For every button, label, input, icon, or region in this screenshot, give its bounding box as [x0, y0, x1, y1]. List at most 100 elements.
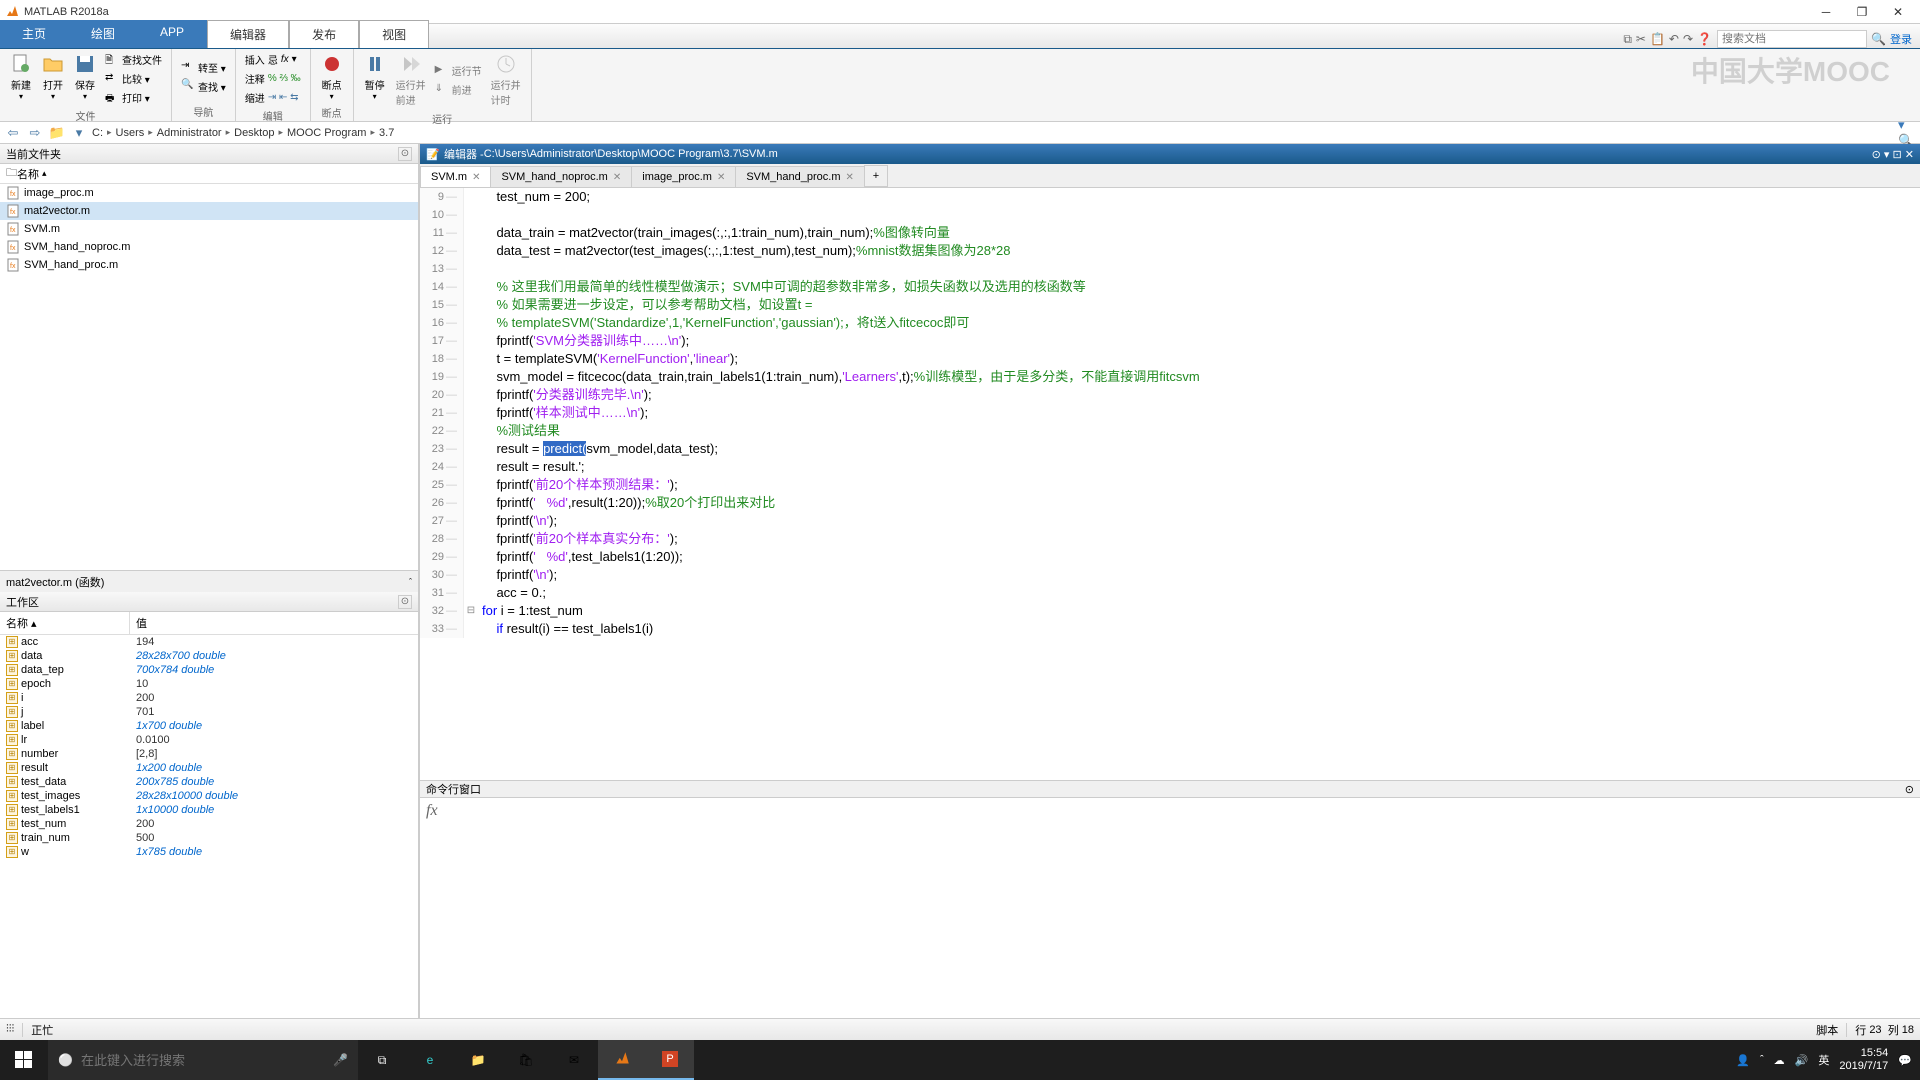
mail-icon[interactable]: ✉	[550, 1040, 598, 1080]
panel-options-icon[interactable]: ⊙	[398, 147, 412, 161]
file-browser[interactable]: 🗀 名称▴ fximage_proc.mfxmat2vector.mfxSVM.…	[0, 164, 418, 570]
compare-button[interactable]: ⇄比较 ▾	[102, 70, 165, 87]
panel-options-icon[interactable]: ⊙	[398, 595, 412, 609]
run-time-button[interactable]: 运行并 计时	[487, 51, 525, 109]
goto-button[interactable]: ⇥转至 ▾	[178, 59, 229, 76]
taskview-button[interactable]: ⧉	[358, 1040, 406, 1080]
ribbon-tab-2[interactable]: APP	[138, 20, 207, 48]
path-segment[interactable]: 3.7	[379, 127, 394, 139]
workspace-variable[interactable]: ⊞i200	[0, 691, 418, 705]
path-segment[interactable]: Desktop	[234, 127, 274, 139]
editor-tab[interactable]: SVM_hand_proc.m✕	[735, 166, 865, 187]
path-segment[interactable]: C:	[92, 127, 103, 139]
workspace-variable[interactable]: ⊞test_num200	[0, 817, 418, 831]
path-segment[interactable]: Users	[116, 127, 145, 139]
tray-up-icon[interactable]: ˆ	[1760, 1054, 1764, 1066]
forward-button[interactable]: ⇨	[26, 124, 44, 142]
editor-tab[interactable]: image_proc.m✕	[631, 166, 736, 187]
up-button[interactable]: 📁	[48, 124, 66, 142]
workspace-variable[interactable]: ⊞result1x200 double	[0, 761, 418, 775]
workspace-variable[interactable]: ⊞w1x785 double	[0, 845, 418, 859]
ime-indicator[interactable]: 英	[1818, 1052, 1829, 1068]
advance-button[interactable]: ⇓前进	[432, 81, 485, 98]
file-item[interactable]: fxmat2vector.m	[0, 202, 418, 220]
tab-close-icon[interactable]: ✕	[472, 172, 480, 183]
breakpoint-button[interactable]: 断点▾	[317, 51, 347, 103]
edge-icon[interactable]: e	[406, 1040, 454, 1080]
findfiles-button[interactable]: 🗎查找文件	[102, 51, 165, 68]
file-item[interactable]: fxSVM.m	[0, 220, 418, 238]
mic-icon[interactable]: 🎤	[333, 1053, 348, 1067]
explorer-icon[interactable]: 📁	[454, 1040, 502, 1080]
path-options[interactable]: ▾ 🔍	[1898, 124, 1916, 142]
open-button[interactable]: 打开▾	[38, 51, 68, 106]
workspace-variable[interactable]: ⊞test_data200x785 double	[0, 775, 418, 789]
workspace-variable[interactable]: ⊞data28x28x700 double	[0, 649, 418, 663]
close-button[interactable]: ✕	[1880, 0, 1916, 24]
path-segment[interactable]: Administrator	[157, 127, 222, 139]
file-item[interactable]: fxSVM_hand_noproc.m	[0, 238, 418, 256]
tab-close-icon[interactable]: ✕	[717, 172, 725, 183]
editor-tab[interactable]: SVM_hand_noproc.m✕	[490, 166, 632, 187]
collapse-icon[interactable]: ˆ	[409, 577, 412, 587]
file-item[interactable]: fximage_proc.m	[0, 184, 418, 202]
workspace-variable[interactable]: ⊞epoch10	[0, 677, 418, 691]
redo-icon[interactable]: ↷	[1683, 32, 1693, 46]
maximize-button[interactable]: ❐	[1844, 0, 1880, 24]
notification-icon[interactable]: 💬	[1898, 1054, 1912, 1067]
tab-close-icon[interactable]: ✕	[846, 172, 854, 183]
path-segment[interactable]: MOOC Program	[287, 127, 366, 139]
run-advance-button[interactable]: 运行并 前进	[392, 51, 430, 109]
workspace-variable[interactable]: ⊞number[2,8]	[0, 747, 418, 761]
command-window[interactable]: fx	[420, 798, 1920, 1018]
panel-options-icon[interactable]: ⊙	[1905, 783, 1914, 796]
people-icon[interactable]: 👤	[1736, 1054, 1750, 1067]
onedrive-icon[interactable]: ☁	[1774, 1054, 1785, 1067]
back-button[interactable]: ⇦	[4, 124, 22, 142]
undo-icon[interactable]: ↶	[1669, 32, 1679, 46]
workspace-variable[interactable]: ⊞data_tep700x784 double	[0, 663, 418, 677]
save-button[interactable]: 保存▾	[70, 51, 100, 106]
start-button[interactable]	[0, 1040, 48, 1080]
search-icon[interactable]: 🔍	[1871, 32, 1886, 46]
indent-button[interactable]: 缩进 ⇥ ⇤ ⇆	[242, 89, 304, 106]
workspace-variable[interactable]: ⊞train_num500	[0, 831, 418, 845]
taskbar-search[interactable]: ⚪🎤	[48, 1040, 358, 1080]
var-value-column[interactable]: 值	[130, 612, 153, 634]
ribbon-tab-3[interactable]: 编辑器	[207, 20, 289, 48]
tab-close-icon[interactable]: ✕	[613, 172, 621, 183]
workspace-variable[interactable]: ⊞test_images28x28x10000 double	[0, 789, 418, 803]
workspace-panel[interactable]: 名称 ▴ 值 ⊞acc194⊞data28x28x700 double⊞data…	[0, 612, 418, 1018]
store-icon[interactable]: 🛍	[502, 1040, 550, 1080]
copy-icon[interactable]: 📋	[1650, 32, 1665, 46]
editor-tab[interactable]: SVM.m✕	[420, 166, 491, 187]
taskbar-search-input[interactable]	[81, 1053, 325, 1068]
doc-search-input[interactable]	[1717, 30, 1867, 48]
history-dropdown[interactable]: ▾	[70, 124, 88, 142]
new-tab-button[interactable]: +	[864, 165, 888, 187]
print-button[interactable]: 🖶打印 ▾	[102, 89, 165, 106]
cut-icon[interactable]: ✂	[1636, 32, 1646, 46]
ribbon-tab-4[interactable]: 发布	[289, 20, 359, 48]
powerpoint-task-icon[interactable]: P	[646, 1040, 694, 1080]
ribbon-tab-1[interactable]: 绘图	[69, 20, 138, 48]
comment-button[interactable]: 注释 % ⅔ ‰	[242, 70, 304, 87]
insert-button[interactable]: 插入 忌 fx ▾	[242, 51, 304, 68]
workspace-variable[interactable]: ⊞test_labels11x10000 double	[0, 803, 418, 817]
ribbon-tab-0[interactable]: 主页	[0, 20, 69, 48]
matlab-task-icon[interactable]	[598, 1040, 646, 1080]
pause-button[interactable]: 暂停▾	[360, 51, 390, 109]
var-name-column[interactable]: 名称 ▴	[0, 612, 130, 634]
volume-icon[interactable]: 🔊	[1795, 1054, 1809, 1067]
ribbon-tab-5[interactable]: 视图	[359, 20, 429, 48]
find-button[interactable]: 🔍查找 ▾	[178, 78, 229, 95]
code-editor[interactable]: 9— test_num = 200;10—11— data_train = ma…	[420, 188, 1920, 780]
file-item[interactable]: fxSVM_hand_proc.m	[0, 256, 418, 274]
workspace-variable[interactable]: ⊞j701	[0, 705, 418, 719]
tool-icon[interactable]: ⧉	[1623, 32, 1632, 47]
workspace-variable[interactable]: ⊞lr0.0100	[0, 733, 418, 747]
run-section-button[interactable]: ▶运行节	[432, 62, 485, 79]
new-button[interactable]: 新建▾	[6, 51, 36, 106]
workspace-variable[interactable]: ⊞label1x700 double	[0, 719, 418, 733]
minimize-button[interactable]: ─	[1808, 0, 1844, 24]
